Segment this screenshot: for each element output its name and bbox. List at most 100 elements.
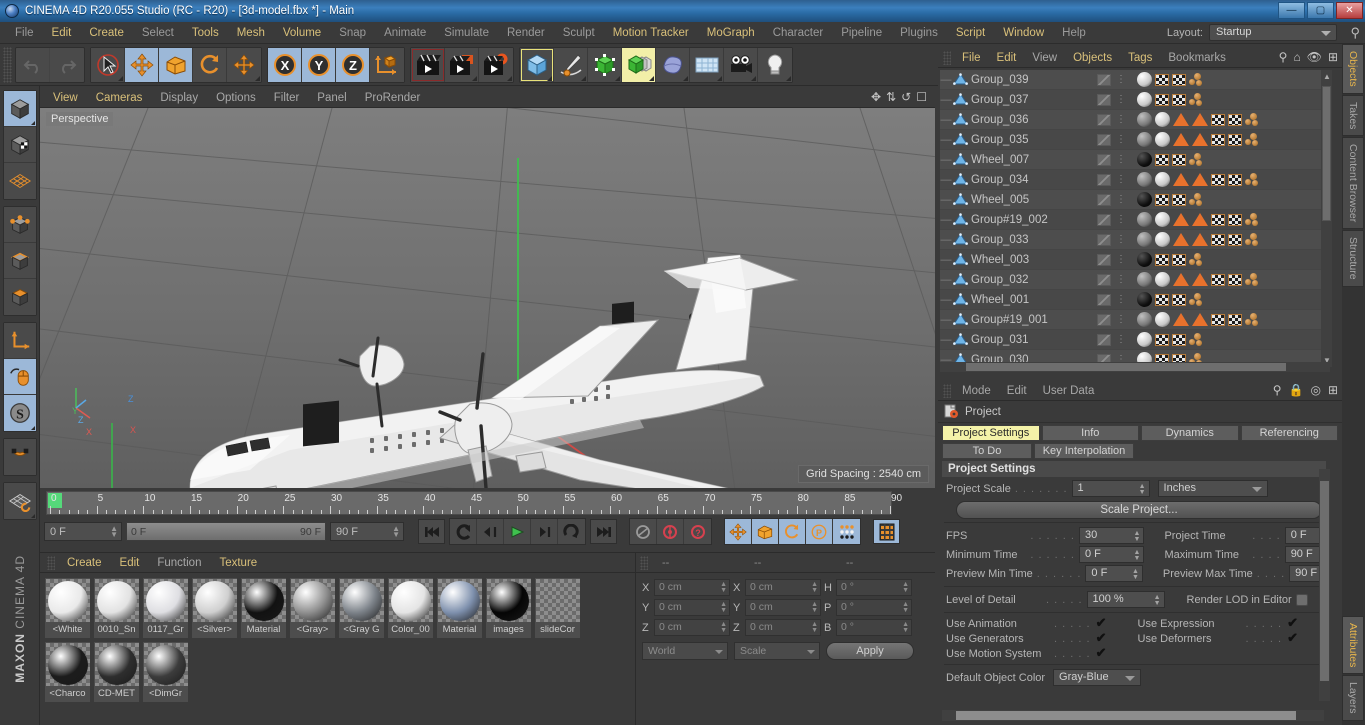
menu-snap[interactable]: Snap [330,22,375,44]
menu-edit[interactable]: Edit [43,22,81,44]
rotation-key-button[interactable] [779,519,806,544]
material-tag-icon[interactable] [1137,192,1152,207]
render-settings-icon[interactable] [479,47,513,82]
step-forward-button[interactable] [531,519,558,544]
attributes-tab-key-interpolation[interactable]: Key Interpolation [1034,443,1134,459]
object-layer-swatch[interactable] [1097,113,1111,126]
menu-script[interactable]: Script [947,22,994,44]
perspective-viewport[interactable]: Y Z X Y Z X [40,108,935,488]
spinner-icon[interactable]: ▲ ▼ [720,601,727,614]
spline-pen-icon[interactable] [554,47,588,82]
uvw-tag-icon[interactable] [1228,273,1242,286]
phong-tag-icon[interactable] [1245,272,1259,287]
timeline-range-bar[interactable]: 0 F 90 F [126,522,326,541]
right-tab-takes[interactable]: Takes [1342,94,1364,137]
x-axis-icon[interactable]: X [268,47,302,82]
search-icon[interactable]: ⚲ [1273,383,1282,397]
project-scale-field[interactable]: 1 ▲ ▼ [1071,480,1150,497]
uvw-tag-icon[interactable] [1211,133,1225,146]
material-tag-icon[interactable] [1155,272,1170,287]
selection-tag-icon[interactable] [1192,233,1208,246]
apply-button[interactable]: Apply [826,642,914,660]
spinner-icon[interactable]: ▲ ▼ [902,621,909,634]
object-layer-swatch[interactable] [1097,313,1111,326]
selection-tag-icon[interactable] [1173,113,1189,126]
selection-tag-icon[interactable] [1173,213,1189,226]
attributes-menu-edit[interactable]: Edit [999,385,1035,397]
checkbox-toggle[interactable]: ✔ [1095,646,1108,660]
material-tag-icon[interactable] [1137,72,1152,87]
material-item[interactable]: <DimGr [142,641,189,703]
material-item[interactable]: slideCor [534,577,581,639]
object-layer-swatch[interactable] [1097,93,1111,106]
object-layer-swatch[interactable] [1097,173,1111,186]
attribute-value-field[interactable]: 0 F ▲ ▼ [1078,546,1145,563]
lock-icon[interactable]: 🔒 [1289,383,1304,397]
visibility-dots-icon[interactable]: ⋮ [1113,274,1129,285]
object-menu-file[interactable]: File [954,52,989,64]
timeline-window-button[interactable] [873,519,900,544]
object-row[interactable]: — Group_039 ⋮ [940,70,1330,90]
array-modeling-icon[interactable] [622,47,656,82]
menu-plugins[interactable]: Plugins [891,22,947,44]
material-tag-icon[interactable] [1137,212,1152,227]
phong-tag-icon[interactable] [1245,312,1259,327]
uvw-tag-icon[interactable] [1172,193,1186,206]
uvw-tag-icon[interactable] [1228,173,1242,186]
object-menu-tags[interactable]: Tags [1120,52,1160,64]
phong-tag-icon[interactable] [1245,172,1259,187]
rotate-tool-icon[interactable] [193,47,227,82]
viewport-menu-filter[interactable]: Filter [265,92,309,104]
material-tag-icon[interactable] [1137,92,1152,107]
world-object-coord-icon[interactable] [370,47,404,82]
soft-selection-icon[interactable]: S [3,395,36,431]
undo-icon[interactable] [16,47,50,82]
point-mode-icon[interactable] [3,207,36,243]
object-row[interactable]: — Group#19_001 ⋮ [940,310,1330,330]
visibility-dots-icon[interactable]: ⋮ [1113,334,1129,345]
object-layer-swatch[interactable] [1097,193,1111,206]
material-tag-icon[interactable] [1137,272,1152,287]
object-layer-swatch[interactable] [1097,253,1111,266]
keyframe-selection-button[interactable]: ? [684,519,711,544]
viewport-menu-panel[interactable]: Panel [308,92,355,104]
object-layer-swatch[interactable] [1097,153,1111,166]
coord-system-dropdown[interactable]: World [642,642,728,660]
uvw-tag-icon[interactable] [1172,253,1186,266]
phong-tag-icon[interactable] [1245,132,1259,147]
autokeying-button[interactable] [657,519,684,544]
y-axis-icon[interactable]: Y [302,47,336,82]
attributes-horizontal-scrollbar[interactable] [942,710,1324,721]
goto-end-button[interactable] [590,519,617,544]
object-tree[interactable]: — Group_039 ⋮ — Group_037 ⋮ — Group_036 ⋮ — Group_… [940,70,1330,367]
object-menu-objects[interactable]: Objects [1065,52,1120,64]
material-item[interactable]: <Gray> [289,577,336,639]
size-mode-dropdown[interactable]: Scale [734,642,820,660]
visibility-dots-icon[interactable]: ⋮ [1113,294,1129,305]
selection-tag-icon[interactable] [1192,133,1208,146]
attributes-tab-to-do[interactable]: To Do [942,443,1032,459]
material-item[interactable]: <Gray G [338,577,385,639]
material-tag-icon[interactable] [1155,112,1170,127]
menu-animate[interactable]: Animate [375,22,435,44]
max-frame-field[interactable]: 90 F ▲ ▼ [330,522,404,541]
visibility-dots-icon[interactable]: ⋮ [1113,94,1129,105]
maximize-button[interactable]: ▢ [1307,2,1334,19]
uvw-tag-icon[interactable] [1211,113,1225,126]
light-icon[interactable] [758,47,792,82]
menu-render[interactable]: Render [498,22,554,44]
uvw-tag-icon[interactable] [1172,293,1186,306]
spinner-icon[interactable]: ▲ ▼ [811,621,818,634]
deformer-icon[interactable] [656,47,690,82]
menu-select[interactable]: Select [133,22,183,44]
material-menu-function[interactable]: Function [148,557,210,569]
uvw-tag-icon[interactable] [1211,173,1225,186]
material-tag-icon[interactable] [1137,252,1152,267]
visibility-dots-icon[interactable]: ⋮ [1113,214,1129,225]
object-menu-view[interactable]: View [1024,52,1065,64]
visibility-dots-icon[interactable]: ⋮ [1113,234,1129,245]
close-button[interactable]: ✕ [1336,2,1363,19]
material-tag-icon[interactable] [1137,132,1152,147]
uvw-tag-icon[interactable] [1155,153,1169,166]
uvw-tag-icon[interactable] [1211,233,1225,246]
